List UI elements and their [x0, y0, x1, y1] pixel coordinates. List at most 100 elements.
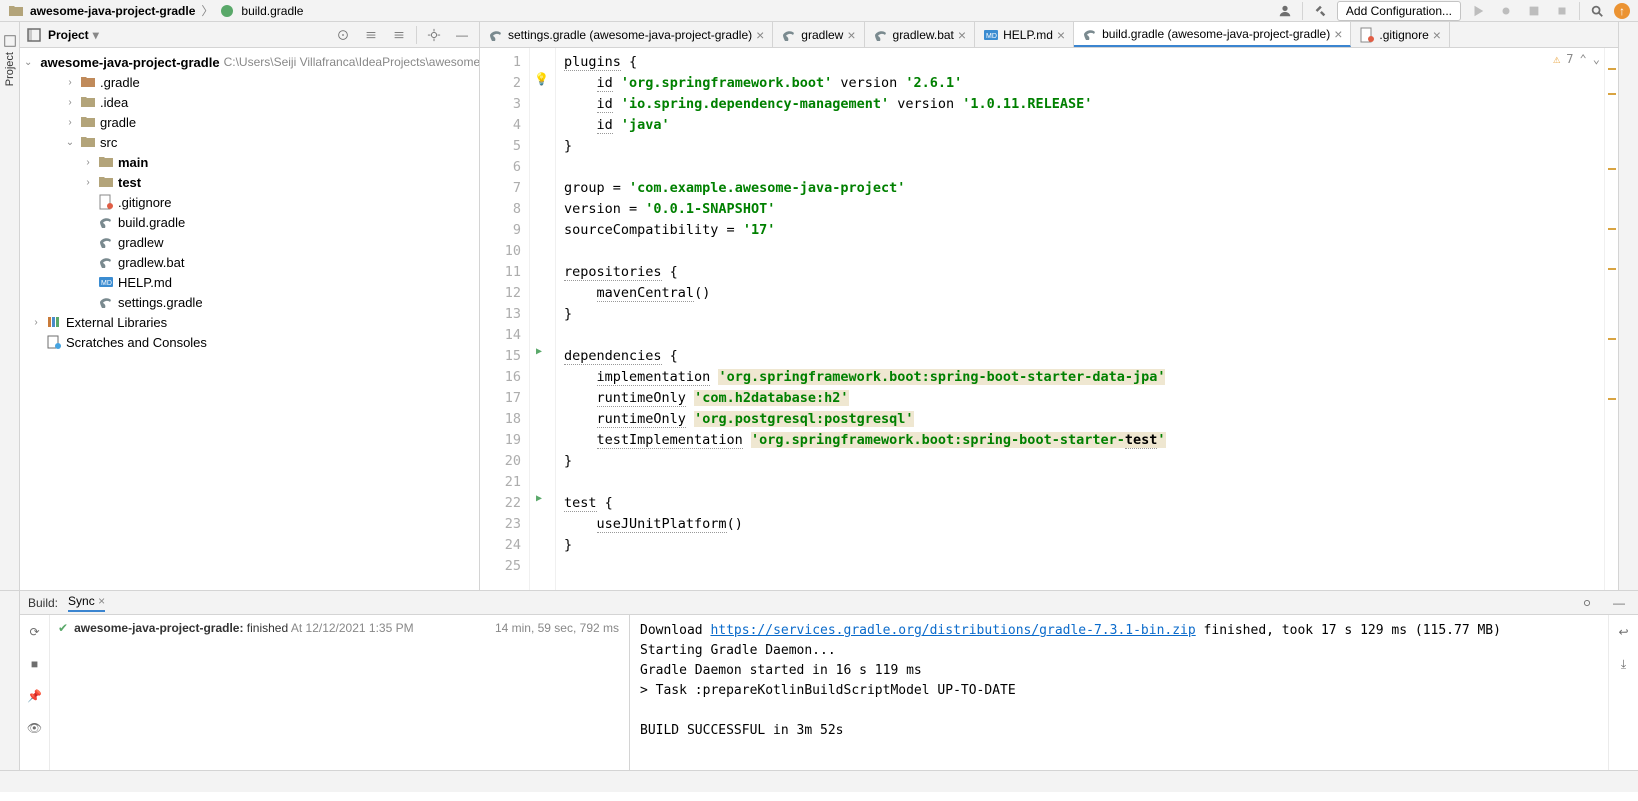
- debug-icon[interactable]: [1495, 0, 1517, 22]
- gradle-icon: [488, 27, 504, 43]
- search-icon[interactable]: [1586, 0, 1608, 22]
- collapse-all-icon[interactable]: [388, 24, 410, 46]
- gradle-icon: [1082, 26, 1098, 42]
- intention-bulb-icon[interactable]: 💡: [534, 72, 549, 86]
- tab-label: .gitignore: [1379, 28, 1428, 42]
- chevron-down-icon[interactable]: ⌄: [1593, 52, 1600, 66]
- expand-all-icon[interactable]: [360, 24, 382, 46]
- locate-icon[interactable]: [332, 24, 354, 46]
- editor-area: settings.gradle (awesome-java-project-gr…: [480, 22, 1618, 590]
- gitignore-icon: [1359, 27, 1375, 43]
- run-gutter-icon[interactable]: ▶: [536, 493, 542, 504]
- tree-item[interactable]: build.gradle: [20, 212, 479, 232]
- close-icon[interactable]: ×: [1433, 27, 1441, 43]
- close-icon[interactable]: ×: [756, 27, 764, 43]
- chevron-down-icon[interactable]: ⌄: [64, 137, 76, 148]
- ide-update-icon[interactable]: ↑: [1614, 3, 1630, 19]
- stop-icon[interactable]: [1551, 0, 1573, 22]
- sync-tab[interactable]: Sync ×: [68, 594, 105, 612]
- project-tool-label[interactable]: Project: [4, 52, 16, 86]
- chevron-right-icon[interactable]: ›: [64, 97, 76, 108]
- tree-root[interactable]: ⌄ awesome-java-project-gradle C:\Users\S…: [20, 52, 479, 72]
- tab-label: build.gradle (awesome-java-project-gradl…: [1102, 27, 1330, 41]
- user-icon[interactable]: [1274, 0, 1296, 22]
- hide-panel-icon[interactable]: —: [451, 24, 473, 46]
- build-status-name: awesome-java-project-gradle:: [74, 621, 243, 635]
- tree-scratches[interactable]: Scratches and Consoles: [20, 332, 479, 352]
- breadcrumb: awesome-java-project-gradle 〉 build.grad…: [8, 2, 303, 19]
- tree-item[interactable]: ›.idea: [20, 92, 479, 112]
- tree-item[interactable]: settings.gradle: [20, 292, 479, 312]
- tree-item[interactable]: ›test: [20, 172, 479, 192]
- project-tree[interactable]: ⌄ awesome-java-project-gradle C:\Users\S…: [20, 48, 479, 356]
- chevron-right-icon[interactable]: ›: [64, 77, 76, 88]
- tree-item[interactable]: ⌄src: [20, 132, 479, 152]
- breadcrumb-root[interactable]: awesome-java-project-gradle: [30, 4, 195, 18]
- editor-tab[interactable]: .gitignore ×: [1351, 22, 1450, 47]
- editor-tab[interactable]: MDHELP.md×: [975, 22, 1074, 47]
- warning-count: 7: [1566, 52, 1573, 66]
- tree-item-label: main: [118, 155, 148, 170]
- code-content[interactable]: plugins { id 'org.springframework.boot' …: [556, 48, 1604, 590]
- tree-item-label: .gitignore: [118, 195, 171, 210]
- build-tree[interactable]: ✔ awesome-java-project-gradle: finished …: [50, 615, 630, 770]
- tree-item[interactable]: .gitignore: [20, 192, 479, 212]
- refresh-icon[interactable]: ⟳: [24, 621, 46, 643]
- hide-panel-icon[interactable]: —: [1608, 592, 1630, 614]
- tree-item[interactable]: MDHELP.md: [20, 272, 479, 292]
- tree-scratches-label: Scratches and Consoles: [66, 335, 207, 350]
- project-view-combo[interactable]: Project ▾: [48, 28, 99, 42]
- tree-item[interactable]: gradlew: [20, 232, 479, 252]
- soft-wrap-icon[interactable]: ↩: [1613, 621, 1635, 643]
- build-hammer-icon[interactable]: [1309, 0, 1331, 22]
- error-stripe[interactable]: [1604, 48, 1618, 590]
- tree-item[interactable]: › main: [20, 152, 479, 172]
- code-editor[interactable]: 1234567891011121314151617181920212223242…: [480, 48, 1618, 590]
- gradle-icon: [98, 234, 114, 250]
- build-output[interactable]: Download https://services.gradle.org/dis…: [630, 615, 1608, 770]
- run-gutter-icon[interactable]: ▶: [536, 346, 542, 357]
- download-link[interactable]: https://services.gradle.org/distribution…: [710, 623, 1195, 638]
- chevron-right-icon[interactable]: ›: [82, 157, 94, 168]
- gradle-icon: [98, 214, 114, 230]
- warning-icon: ⚠: [1553, 52, 1560, 66]
- editor-tab[interactable]: build.gradle (awesome-java-project-gradl…: [1074, 22, 1351, 47]
- gradle-icon: [98, 254, 114, 270]
- breadcrumb-file[interactable]: build.gradle: [241, 4, 303, 18]
- editor-tab[interactable]: gradlew.bat ×: [865, 22, 976, 47]
- stop-icon[interactable]: ■: [24, 653, 46, 675]
- close-icon[interactable]: ×: [958, 27, 966, 43]
- library-icon: [46, 314, 62, 330]
- chevron-right-icon[interactable]: ›: [82, 177, 94, 188]
- close-icon[interactable]: ×: [847, 27, 855, 43]
- close-icon[interactable]: ×: [1334, 26, 1342, 42]
- left-tool-stripe: Project: [0, 22, 20, 590]
- divider: [1302, 2, 1303, 20]
- right-tool-stripe: [1618, 22, 1638, 590]
- tree-item[interactable]: gradlew.bat: [20, 252, 479, 272]
- tab-label: gradlew.bat: [893, 28, 954, 42]
- gear-icon[interactable]: [423, 24, 445, 46]
- tree-item[interactable]: ›.gradle: [20, 72, 479, 92]
- pin-icon[interactable]: 📌: [24, 685, 46, 707]
- inspections-widget[interactable]: ⚠ 7 ⌃ ⌄: [1553, 52, 1600, 66]
- gear-icon[interactable]: [1576, 592, 1598, 614]
- editor-tab[interactable]: settings.gradle (awesome-java-project-gr…: [480, 22, 773, 47]
- editor-tab[interactable]: gradlew×: [773, 22, 864, 47]
- chevron-up-icon[interactable]: ⌃: [1580, 52, 1587, 66]
- tree-item[interactable]: ›gradle: [20, 112, 479, 132]
- eye-icon[interactable]: 👁: [24, 717, 46, 739]
- add-configuration-button[interactable]: Add Configuration...: [1337, 1, 1461, 21]
- tree-item-label: settings.gradle: [118, 295, 203, 310]
- gradle-icon: [781, 27, 797, 43]
- chevron-down-icon[interactable]: ⌄: [24, 57, 32, 68]
- chevron-right-icon[interactable]: ›: [30, 317, 42, 328]
- coverage-icon[interactable]: [1523, 0, 1545, 22]
- run-icon[interactable]: [1467, 0, 1489, 22]
- gradle-icon: [98, 294, 114, 310]
- scroll-to-end-icon[interactable]: ⤓: [1613, 653, 1635, 675]
- close-icon[interactable]: ×: [1057, 27, 1065, 43]
- project-tool-button[interactable]: [0, 30, 21, 52]
- tree-external-libraries[interactable]: › External Libraries: [20, 312, 479, 332]
- chevron-right-icon[interactable]: ›: [64, 117, 76, 128]
